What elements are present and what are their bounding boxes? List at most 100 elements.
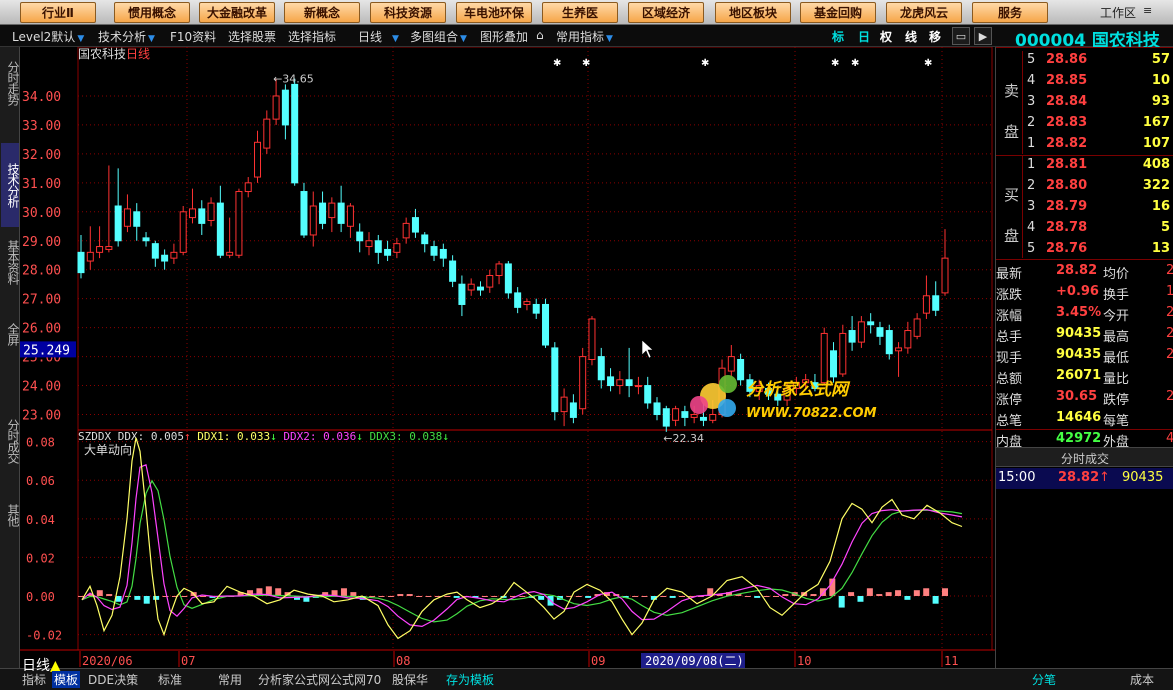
date-tick-label: 08 [396,654,410,668]
watermark-logo-petal [718,399,736,417]
overlay-button[interactable]: 图形叠加 [480,28,528,45]
tab-intraday-trades[interactable]: 分时成交 [1,411,20,471]
line-button[interactable]: 线 [905,28,917,45]
trade-row[interactable]: 15:00 28.82 ↑ 90435 [996,468,1173,489]
kline-chart[interactable]: 34.00 33.00 32.00 31.00 30.00 29.00 28.00 27.00… [20,47,995,680]
divider [996,259,1173,260]
bid-volume: 5 [1160,220,1170,235]
level2-default[interactable]: Level2默认 ▼ [12,28,84,45]
price-tick-label: 29.00 [22,235,61,250]
ddx-bar [134,595,141,600]
tab-common[interactable]: 常用 [218,671,242,688]
level: 4 [1027,73,1036,88]
indicator-tick-label: -0.02 [26,629,62,643]
divider [996,429,1173,430]
menu-item-battery[interactable]: 车电池环保 [456,2,532,23]
window-icon[interactable]: ▭ [952,27,970,45]
mark-button[interactable]: 标 [832,28,844,45]
price-tick-label: 30.00 [22,206,61,221]
tab-template[interactable]: 模板 [52,671,81,688]
ddx-bar [632,595,639,597]
ddx-bar [481,595,488,597]
tab-technical[interactable]: 技术分析 [1,143,20,227]
menu-icon[interactable]: ≡ [1143,4,1167,20]
menu-item-finance-reform[interactable]: 大金融改革 [199,2,275,23]
chart-area[interactable]: 34.00 33.00 32.00 31.00 30.00 29.00 28.00 27.00… [20,47,995,680]
ddx-bar [378,595,385,597]
candle-body [142,237,150,242]
price-tick-label: 26.00 [22,322,61,337]
daily-line-button[interactable]: 日线 ▼ [358,28,399,45]
ddx-bar [679,595,686,597]
tab-fullscreen[interactable]: 全屏 [1,319,20,349]
tab-fundamentals[interactable]: 基本资料 [1,232,20,292]
menu-item-regional-economy[interactable]: 区域经济 [628,2,704,23]
menu-item-dragon-tiger[interactable]: 龙虎风云 [886,2,962,23]
menu-item-regional-sector[interactable]: 地区板块 [715,2,791,23]
candle-body [532,303,540,314]
menu-item-tech[interactable]: 科技资源 [370,2,446,23]
trades-header: 分时成交 [996,447,1173,467]
common-indicator-label: 常用指标 [556,30,605,44]
menu-item-new-concept[interactable]: 新概念 [284,2,360,23]
ddx-bar [904,595,911,600]
save-template-button[interactable]: 存为模板 [446,671,494,688]
bid-price: 28.78 [1046,220,1088,235]
tab-standard[interactable]: 标准 [158,671,182,688]
menu-item-health[interactable]: 生养医 [542,2,618,23]
tab-formula-site[interactable]: 分析家公式网公式网7082 [258,671,382,688]
ddx-bar [162,595,169,597]
multi-chart-button[interactable]: 多图组合 ▼ [410,28,467,45]
candle-body [254,141,262,178]
candle-body [263,118,271,149]
candle-body [495,263,503,277]
move-button[interactable]: 移 [929,28,941,45]
ddx-bar [416,595,423,597]
quote-label: 总额 [996,372,1023,387]
tab-ticks[interactable]: 分笔 [1032,671,1056,688]
tab-cost[interactable]: 成本 [1130,671,1154,688]
tab-indicator[interactable]: 指标 [22,671,46,688]
workarea-label[interactable]: 工作区 [1100,4,1136,21]
candle-body [337,202,345,224]
tab-intraday[interactable]: 分时走势 [1,53,20,113]
menu-item-fund[interactable]: 基金回购 [800,2,876,23]
level: 1 [1027,157,1036,172]
candle-body [161,254,169,262]
mouse-cursor-icon [641,339,654,359]
tab-dde[interactable]: DDE决策 [88,671,138,688]
menu-item-concept[interactable]: 惯用概念 [114,2,190,23]
f10-button[interactable]: F10资料 [170,28,216,45]
ddx-bar [200,595,207,597]
candle-body [272,95,280,120]
quote-row: 涨幅 3.45% 今开 2 [996,303,1173,324]
expand-icon[interactable]: ▶ [974,27,992,45]
tab-guard[interactable]: 股保华 [392,671,428,688]
menu-item-industry[interactable]: 行业Ⅱ [20,2,96,23]
candle-body [737,358,745,381]
select-indicator-button[interactable]: 选择指标 [288,28,336,45]
lock-icon[interactable]: ⌂ [536,28,544,42]
indicator-legend-item: DDX2: 0.036 [283,430,356,443]
candle-body [616,379,624,387]
signal-marker-icon: ✱ [924,58,932,69]
bid-volume: 322 [1142,178,1170,193]
candle-body [411,217,419,233]
tech-analysis-menu[interactable]: 技术分析 ▼ [98,28,155,45]
candle-body [86,251,94,262]
level: 2 [1027,115,1036,130]
quote-value: 3.45% [1056,305,1102,320]
watermark-url: WWW.70822.COM [746,406,877,421]
ddx-bar [397,594,404,596]
ddx3-line [81,479,963,623]
indicator-subtitle: 大单动向 [84,442,132,457]
day-button[interactable]: 日 [858,28,870,45]
tab-other[interactable]: 其他 [1,499,20,531]
common-indicator-button[interactable]: 常用指标 ▼ [556,28,613,45]
menu-item-service[interactable]: 服务 [972,2,1048,23]
ask-price: 28.86 [1046,52,1088,67]
candle-body [96,246,104,253]
select-stock-button[interactable]: 选择股票 [228,28,276,45]
rights-button[interactable]: 权 [880,28,892,45]
candle-body [356,231,364,242]
